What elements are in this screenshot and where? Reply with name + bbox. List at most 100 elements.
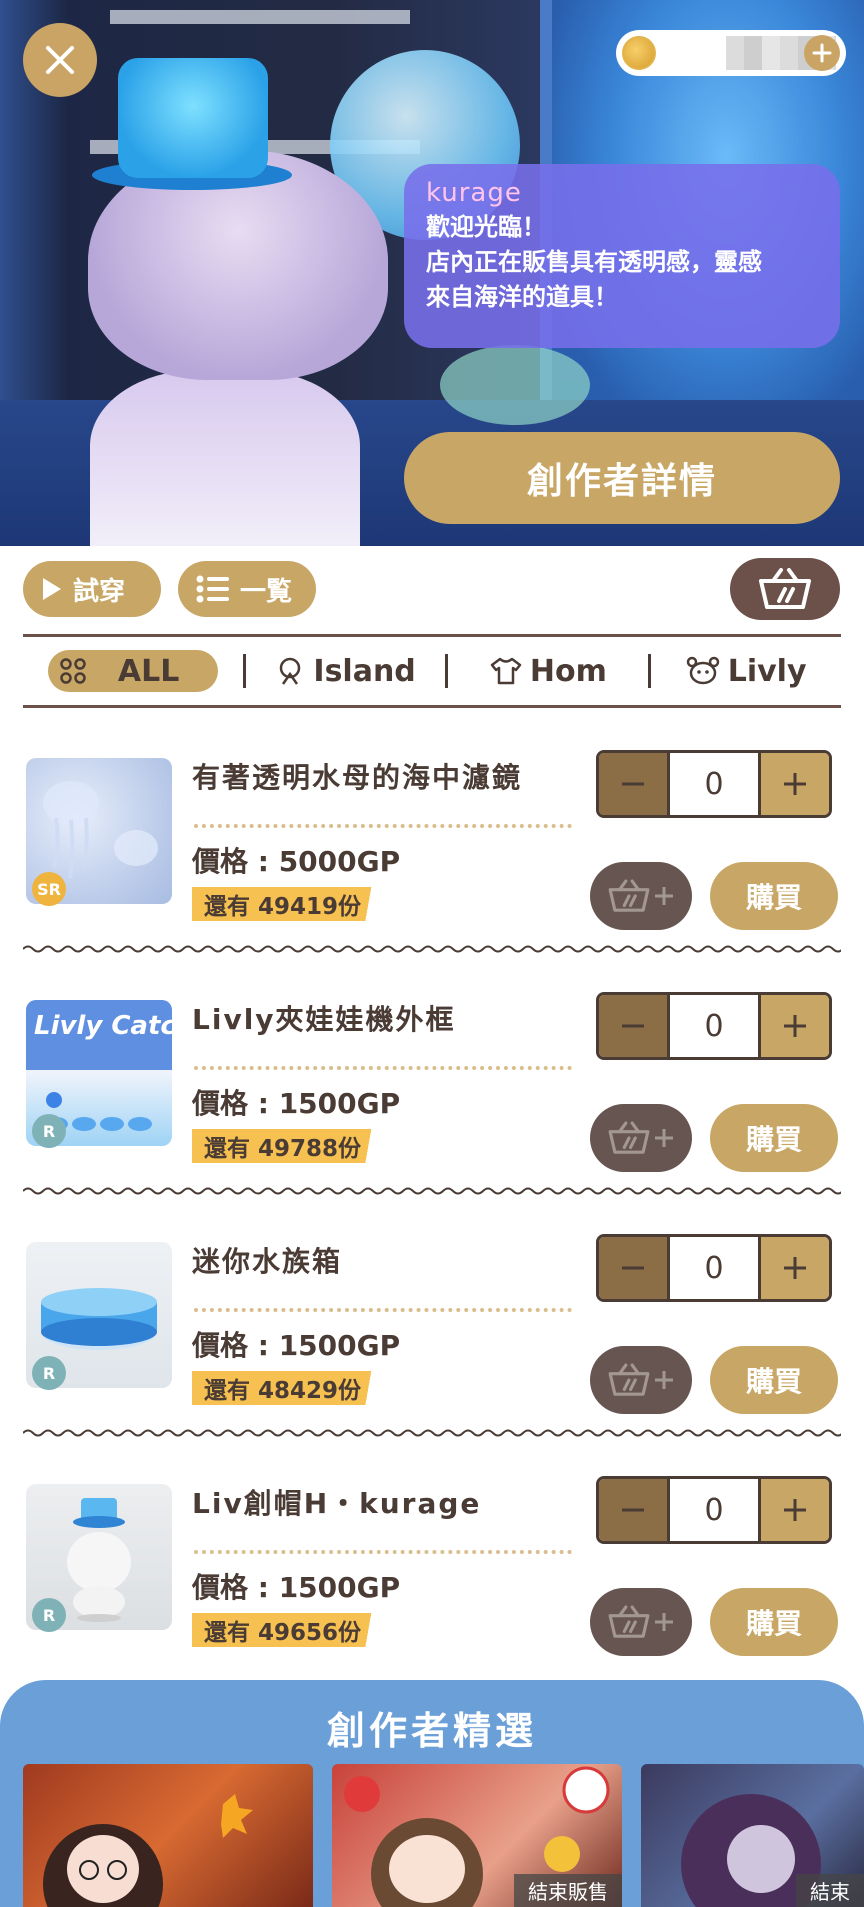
quantity-value[interactable]: 0 bbox=[667, 1237, 761, 1299]
product-name: Livly夾娃娃機外框 bbox=[192, 1003, 456, 1036]
coin-icon bbox=[622, 36, 656, 70]
shop-screen: { "hero": { "speaker": "kurage", "messag… bbox=[0, 0, 864, 1907]
increase-quantity-button[interactable] bbox=[761, 995, 829, 1057]
close-icon bbox=[46, 46, 74, 74]
minus-icon bbox=[622, 1266, 644, 1270]
add-currency-button[interactable] bbox=[804, 35, 840, 71]
creator-featured-section: 創作者精選 結束販售 結束 bbox=[0, 1680, 864, 1907]
product-row: R 迷你水族箱 價格 : 1500GP 還有 48429份 0 購買 bbox=[0, 1216, 864, 1458]
try-on-label: 試穿 bbox=[73, 576, 126, 607]
plus-icon bbox=[784, 1015, 806, 1037]
livly-icon bbox=[686, 656, 719, 685]
rarity-badge: R bbox=[32, 1598, 66, 1632]
quantity-stepper: 0 bbox=[596, 1476, 832, 1544]
filter-tab-all[interactable]: ALL bbox=[23, 636, 243, 706]
decrease-quantity-button[interactable] bbox=[599, 1237, 667, 1299]
buy-button[interactable]: 購買 bbox=[710, 1104, 838, 1172]
minus-icon bbox=[622, 1024, 644, 1028]
speaker-name: kurage bbox=[426, 178, 522, 208]
shop-banner: kurage 歡迎光臨！ 店內正在販售具有透明感，靈感 來自海洋的道具！ 創作者… bbox=[0, 0, 864, 546]
add-to-cart-button[interactable] bbox=[590, 1104, 692, 1172]
stock-remaining: 還有 48429份 bbox=[192, 1371, 398, 1405]
play-icon bbox=[43, 578, 61, 600]
starfish-decoration bbox=[440, 345, 590, 425]
plus-icon bbox=[655, 1129, 673, 1147]
quantity-value[interactable]: 0 bbox=[667, 1479, 761, 1541]
product-price: 價格 : 1500GP bbox=[192, 1087, 401, 1120]
wavy-divider bbox=[23, 1187, 841, 1195]
creator-details-button[interactable]: 創作者詳情 bbox=[404, 432, 840, 524]
dots-icon bbox=[60, 658, 86, 684]
thumb-logo-text: Livly Catcher bbox=[34, 1011, 172, 1041]
dotted-divider bbox=[194, 1066, 572, 1070]
wavy-divider bbox=[23, 1429, 841, 1437]
decrease-quantity-button[interactable] bbox=[599, 995, 667, 1057]
add-to-cart-button[interactable] bbox=[590, 862, 692, 930]
plus-icon bbox=[784, 1257, 806, 1279]
speech-bubble: kurage 歡迎光臨！ 店內正在販售具有透明感，靈感 來自海洋的道具！ bbox=[404, 164, 840, 348]
wavy-divider bbox=[23, 945, 841, 953]
minus-icon bbox=[622, 1508, 644, 1512]
character-hat bbox=[118, 58, 268, 178]
product-price: 價格 : 1500GP bbox=[192, 1329, 401, 1362]
list-view-label: 一覧 bbox=[240, 576, 293, 607]
filter-label: Livly bbox=[727, 653, 807, 689]
stock-remaining: 還有 49419份 bbox=[192, 887, 398, 921]
basket-icon bbox=[608, 1121, 650, 1154]
product-row: Livly Catcher R Livly夾娃娃機外框 價格 : 1500GP … bbox=[0, 974, 864, 1216]
filter-tab-all-pill: ALL bbox=[47, 650, 218, 692]
try-on-button[interactable]: 試穿 bbox=[23, 561, 161, 617]
sale-ended-label: 結束 bbox=[796, 1874, 864, 1907]
buy-button[interactable]: 購買 bbox=[710, 862, 838, 930]
minus-icon bbox=[622, 782, 644, 786]
plus-icon bbox=[655, 1613, 673, 1631]
speech-message: 歡迎光臨！ 店內正在販售具有透明感，靈感 來自海洋的道具！ bbox=[426, 213, 762, 311]
product-price: 價格 : 1500GP bbox=[192, 1571, 401, 1604]
add-to-cart-button[interactable] bbox=[590, 1346, 692, 1414]
close-button[interactable] bbox=[23, 23, 97, 97]
quantity-stepper: 0 bbox=[596, 1234, 832, 1302]
featured-card[interactable] bbox=[23, 1764, 313, 1907]
shelf bbox=[110, 10, 410, 24]
decrease-quantity-button[interactable] bbox=[599, 753, 667, 815]
product-name: 有著透明水母的海中濾鏡 bbox=[192, 761, 523, 794]
featured-title: 創作者精選 bbox=[326, 1709, 537, 1753]
plus-icon bbox=[655, 887, 673, 905]
rarity-badge: SR bbox=[32, 872, 66, 906]
cart-button[interactable] bbox=[730, 558, 840, 620]
filter-label: Island bbox=[313, 653, 416, 689]
list-view-button[interactable]: 一覧 bbox=[178, 561, 316, 617]
increase-quantity-button[interactable] bbox=[761, 753, 829, 815]
plus-icon bbox=[655, 1371, 673, 1389]
stock-remaining: 還有 49788份 bbox=[192, 1129, 398, 1163]
featured-card[interactable]: 結束 bbox=[641, 1764, 864, 1907]
shirt-icon bbox=[490, 657, 522, 685]
increase-quantity-button[interactable] bbox=[761, 1479, 829, 1541]
filter-label: ALL bbox=[117, 653, 180, 689]
dotted-divider bbox=[194, 824, 572, 828]
plus-icon bbox=[812, 43, 832, 63]
plus-icon bbox=[784, 773, 806, 795]
product-row: R Liv創帽H・kurage 價格 : 1500GP 還有 49656份 0 … bbox=[0, 1458, 864, 1700]
filter-tab-hom[interactable]: Hom bbox=[448, 636, 648, 706]
dotted-divider bbox=[194, 1550, 572, 1554]
quantity-stepper: 0 bbox=[596, 992, 832, 1060]
quantity-stepper: 0 bbox=[596, 750, 832, 818]
currency-bar bbox=[616, 30, 846, 76]
increase-quantity-button[interactable] bbox=[761, 1237, 829, 1299]
product-name: 迷你水族箱 bbox=[192, 1245, 343, 1278]
product-name: Liv創帽H・kurage bbox=[192, 1487, 482, 1520]
buy-button[interactable]: 購買 bbox=[710, 1346, 838, 1414]
filter-tab-island[interactable]: Island bbox=[246, 636, 446, 706]
filter-tab-livly[interactable]: Livly bbox=[651, 636, 841, 706]
buy-button[interactable]: 購買 bbox=[710, 1588, 838, 1656]
basket-icon bbox=[608, 1605, 650, 1638]
featured-card[interactable]: 結束販售 bbox=[332, 1764, 622, 1907]
decrease-quantity-button[interactable] bbox=[599, 1479, 667, 1541]
add-to-cart-button[interactable] bbox=[590, 1588, 692, 1656]
basket-icon bbox=[608, 1363, 650, 1396]
list-icon bbox=[196, 575, 229, 603]
filter-label: Hom bbox=[529, 653, 607, 689]
quantity-value[interactable]: 0 bbox=[667, 753, 761, 815]
quantity-value[interactable]: 0 bbox=[667, 995, 761, 1057]
